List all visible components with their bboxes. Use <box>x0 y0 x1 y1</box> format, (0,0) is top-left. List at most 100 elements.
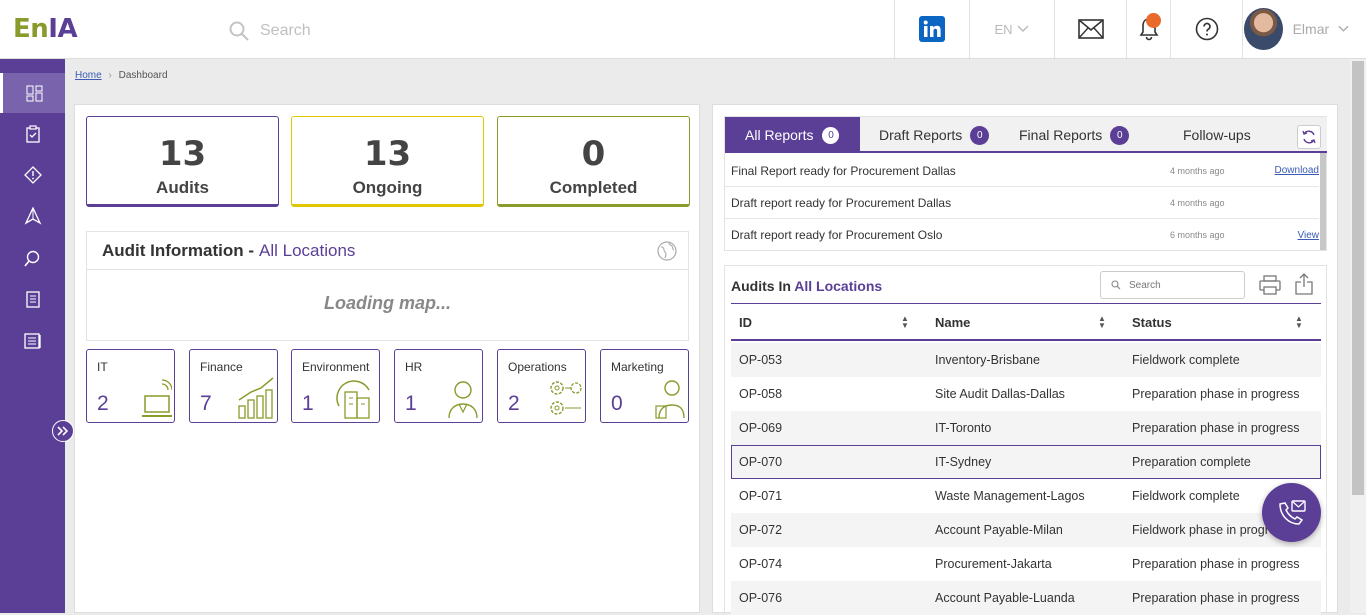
sidebar-item-checklist[interactable] <box>0 321 65 361</box>
stat-label: Ongoing <box>352 178 423 197</box>
sort-icon[interactable]: ▲ ▼ <box>1295 315 1303 330</box>
table-row[interactable]: OP-069 IT-Toronto Preparation phase in p… <box>731 411 1321 445</box>
table-row[interactable]: OP-053 Inventory-Brisbane Fieldwork comp… <box>731 343 1321 377</box>
user-name: Elmar <box>1292 21 1330 37</box>
double-chevron-right-icon <box>57 426 69 436</box>
report-item[interactable]: Final Report ready for Procurement Dalla… <box>725 155 1319 187</box>
search-input[interactable]: Search <box>260 22 311 40</box>
printer-icon[interactable] <box>1259 275 1281 295</box>
stat-card-ongoing[interactable]: 13 Ongoing <box>291 116 484 207</box>
report-item[interactable]: Draft report ready for Procurement Dalla… <box>725 187 1319 219</box>
stat-card-audits[interactable]: 13 Audits <box>86 116 279 207</box>
notifications-button[interactable] <box>1126 0 1170 58</box>
export-icon[interactable] <box>1295 273 1313 295</box>
language-selector[interactable]: EN <box>969 0 1054 58</box>
cell-id: OP-058 <box>739 387 783 401</box>
category-card-finance[interactable]: Finance 7 <box>189 349 278 423</box>
contact-support-button[interactable] <box>1262 483 1321 542</box>
category-card-environment[interactable]: Environment 1 <box>291 349 380 423</box>
tab-label: Final Reports <box>1019 127 1103 143</box>
cell-name: IT-Toronto <box>935 421 992 435</box>
page-scrollbar[interactable] <box>1350 59 1366 613</box>
column-header-status[interactable]: Status <box>1132 304 1172 340</box>
tab-label: Follow-ups <box>1183 127 1251 143</box>
messages-button[interactable] <box>1054 0 1126 58</box>
user-menu[interactable]: Elmar <box>1242 0 1350 58</box>
table-row[interactable]: OP-071 Waste Management-Lagos Fieldwork … <box>731 479 1321 513</box>
table-row-selected[interactable]: OP-070 IT-Sydney Preparation complete <box>731 445 1321 479</box>
refresh-button[interactable] <box>1297 125 1321 149</box>
report-tabs: All Reports 0 Draft Reports 0 Final Repo… <box>725 117 1327 153</box>
linkedin-button[interactable] <box>894 0 969 58</box>
globe-icon[interactable] <box>657 241 677 261</box>
diamond-icon <box>23 166 42 184</box>
category-card-operations[interactable]: Operations 2 <box>497 349 586 423</box>
tab-label: All Reports <box>745 127 814 143</box>
cell-name: Procurement-Jakarta <box>935 557 1052 571</box>
laptop-icon <box>142 379 172 417</box>
tab-label: Draft Reports <box>879 127 963 143</box>
tab-follow-ups[interactable]: Follow-ups <box>1183 117 1251 153</box>
audit-information-location[interactable]: All Locations <box>259 241 355 261</box>
cell-name: Inventory-Brisbane <box>935 353 1040 367</box>
language-label: EN <box>994 21 1013 37</box>
page-scrollbar-thumb[interactable] <box>1352 61 1364 495</box>
report-download-link[interactable]: Download <box>1259 165 1319 176</box>
avatar <box>1244 8 1283 50</box>
search-icon <box>1111 280 1121 290</box>
breadcrumb-home-link[interactable]: Home <box>75 70 102 81</box>
audit-information-card: Audit Information - All Locations Loadin… <box>86 231 689 341</box>
table-row[interactable]: OP-058 Site Audit Dallas-Dallas Preparat… <box>731 377 1321 411</box>
sort-icon[interactable]: ▲ ▼ <box>901 315 909 330</box>
audits-search-input[interactable]: Search <box>1100 271 1245 299</box>
column-header-id[interactable]: ID <box>739 304 752 340</box>
audits-location[interactable]: All Locations <box>794 278 882 294</box>
tab-all-reports[interactable]: All Reports 0 <box>725 117 861 153</box>
reports-scrollbar[interactable] <box>1320 153 1326 250</box>
expand-sidebar-button[interactable] <box>52 420 74 442</box>
refresh-icon <box>1302 130 1316 144</box>
search-icon <box>24 250 40 266</box>
chevron-down-icon <box>1017 25 1029 33</box>
logo-text-en: En <box>13 14 49 44</box>
sidebar-item-navigation[interactable] <box>0 196 65 236</box>
category-name: Finance <box>200 360 243 374</box>
cell-id: OP-074 <box>739 557 783 571</box>
tab-draft-reports[interactable]: Draft Reports 0 <box>879 117 990 153</box>
reports-panel: All Reports 0 Draft Reports 0 Final Repo… <box>712 104 1338 615</box>
sort-icon[interactable]: ▲ ▼ <box>1098 315 1106 330</box>
category-count: 7 <box>200 392 212 415</box>
sidebar-item-search[interactable] <box>0 238 65 278</box>
sidebar-item-reports[interactable] <box>0 279 65 319</box>
audits-table-card: Audits In All Locations Search ID ▲ ▼ Nam… <box>724 265 1327 615</box>
category-count: 2 <box>97 392 109 415</box>
column-header-name[interactable]: Name <box>935 304 970 340</box>
tab-count-badge: 0 <box>821 125 841 145</box>
category-card-it[interactable]: IT 2 <box>86 349 175 423</box>
sidebar-item-dashboard[interactable] <box>0 73 65 113</box>
cell-status: Preparation phase in progress <box>1132 421 1300 435</box>
cell-id: OP-076 <box>739 591 783 605</box>
global-search[interactable]: Search <box>228 18 528 44</box>
help-button[interactable] <box>1170 0 1242 58</box>
sidebar-item-tasks[interactable] <box>0 114 65 154</box>
report-item[interactable]: Draft report ready for Procurement Oslo … <box>725 219 1319 251</box>
category-name: IT <box>97 360 108 374</box>
table-row[interactable]: OP-072 Account Payable-Milan Fieldwork p… <box>731 513 1321 547</box>
stat-card-completed[interactable]: 0 Completed <box>497 116 690 207</box>
report-view-link[interactable]: View <box>1259 230 1320 241</box>
clipboard-check-icon <box>25 125 40 143</box>
cell-status: Fieldwork complete <box>1132 489 1240 503</box>
sidebar-item-risks[interactable] <box>0 155 65 195</box>
category-card-hr[interactable]: HR 1 <box>394 349 483 423</box>
report-time: 6 months ago <box>1170 230 1225 240</box>
tab-final-reports[interactable]: Final Reports 0 <box>1019 117 1130 153</box>
tab-count-badge: 0 <box>970 125 990 145</box>
overview-panel: 13 Audits 13 Ongoing 0 Completed Audit I… <box>74 104 700 613</box>
table-row[interactable]: OP-076 Account Payable-Luanda Preparatio… <box>731 581 1321 615</box>
app-logo[interactable]: EnIA <box>13 14 78 44</box>
table-row[interactable]: OP-074 Procurement-Jakarta Preparation p… <box>731 547 1321 581</box>
category-card-marketing[interactable]: Marketing 0 <box>600 349 689 423</box>
help-icon <box>1195 17 1218 41</box>
report-time: 4 months ago <box>1170 165 1225 176</box>
